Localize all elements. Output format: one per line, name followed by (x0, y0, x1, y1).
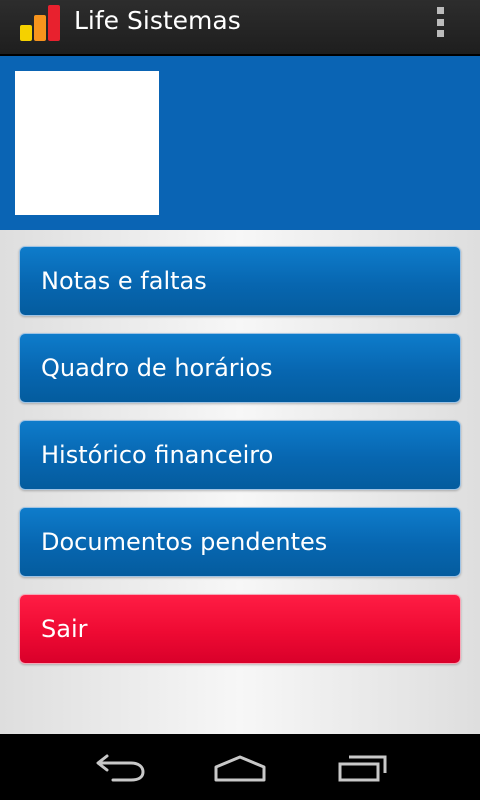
sair-button[interactable]: Sair (19, 594, 461, 664)
button-label: Histórico financeiro (41, 441, 274, 469)
button-label: Quadro de horários (41, 354, 273, 382)
back-button[interactable] (90, 751, 150, 785)
button-label: Documentos pendentes (41, 528, 328, 556)
recent-apps-icon (338, 755, 387, 782)
overflow-dot (436, 18, 444, 26)
quadro-de-horarios-button[interactable]: Quadro de horários (19, 333, 461, 403)
app-screen: Life Sistemas Notas e faltas Quadro de h… (0, 0, 480, 800)
documentos-pendentes-button[interactable]: Documentos pendentes (19, 507, 461, 577)
action-bar: Life Sistemas (0, 0, 480, 56)
home-button[interactable] (210, 751, 270, 785)
profile-banner (0, 56, 480, 230)
historico-financeiro-button[interactable]: Histórico financeiro (19, 420, 461, 490)
back-icon (96, 754, 145, 782)
notas-e-faltas-button[interactable]: Notas e faltas (19, 246, 461, 316)
recent-apps-button[interactable] (332, 751, 392, 785)
bar-chart-logo-icon (20, 5, 60, 41)
profile-photo (15, 71, 159, 215)
overflow-menu-icon[interactable] (428, 5, 452, 39)
home-icon (214, 755, 266, 782)
button-label: Sair (41, 615, 88, 643)
menu-area: Notas e faltas Quadro de horários Histór… (0, 230, 480, 734)
button-label: Notas e faltas (41, 267, 207, 295)
system-nav-bar (0, 734, 480, 800)
app-title: Life Sistemas (74, 6, 241, 35)
overflow-dot (436, 30, 444, 37)
overflow-dot (436, 7, 444, 14)
